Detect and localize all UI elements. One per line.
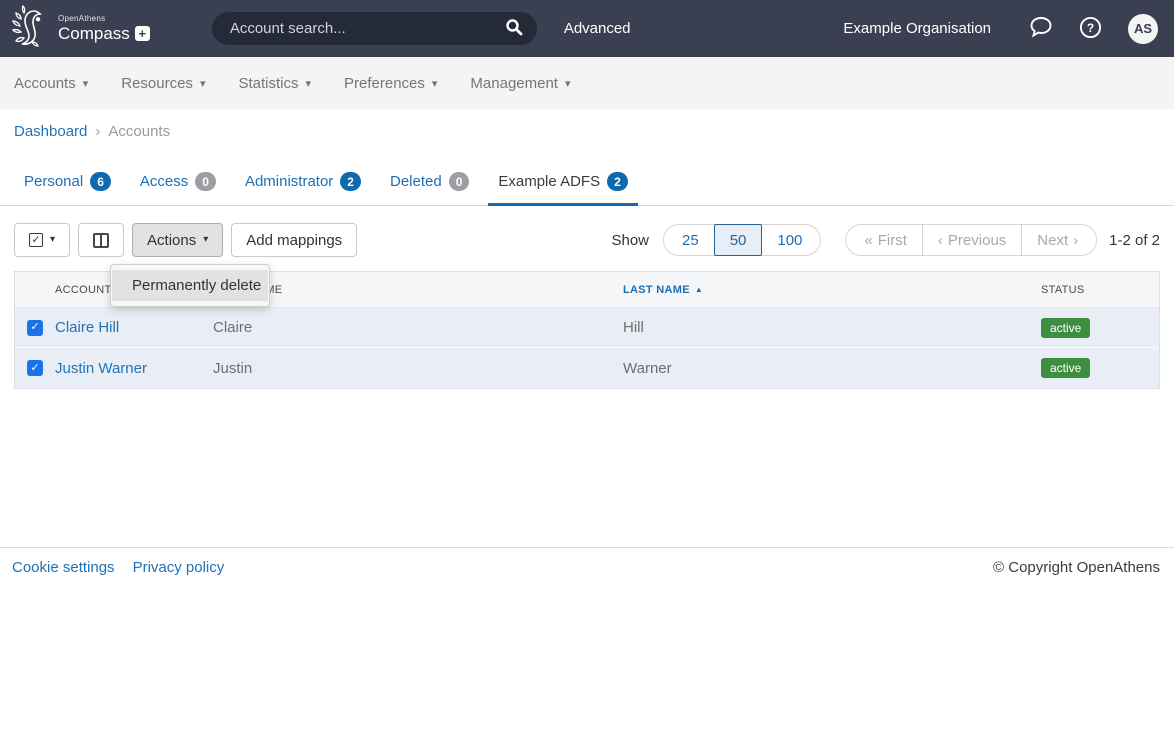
privacy-policy-link[interactable]: Privacy policy <box>133 559 225 576</box>
cookie-settings-link[interactable]: Cookie settings <box>12 559 115 576</box>
tab-personal[interactable]: Personal 6 <box>14 162 121 206</box>
caret-down-icon: ▾ <box>432 77 438 90</box>
organisation-name: Example Organisation <box>843 20 991 37</box>
help-icon: ? <box>1079 16 1102 42</box>
account-tabs: Personal 6 Access 0 Administrator 2 Dele… <box>0 162 1174 206</box>
last-name-cell: Hill <box>623 319 1041 336</box>
brand-name-large: Compass <box>58 25 130 42</box>
feedback-button[interactable] <box>1029 16 1053 41</box>
nav-item-statistics[interactable]: Statistics ▾ <box>238 75 311 92</box>
count-badge: 6 <box>90 172 111 191</box>
menu-item-permanently-delete[interactable]: Permanently delete <box>112 270 268 301</box>
tab-deleted[interactable]: Deleted 0 <box>380 162 479 206</box>
page-size-50[interactable]: 50 <box>714 224 763 256</box>
count-badge: 2 <box>340 172 361 191</box>
search-icon <box>505 18 523 39</box>
last-name-cell: Warner <box>623 360 1041 377</box>
result-range: 1-2 of 2 <box>1109 232 1160 249</box>
count-badge: 2 <box>607 172 628 191</box>
tab-example-adfs[interactable]: Example ADFS 2 <box>488 162 637 206</box>
user-avatar[interactable]: AS <box>1128 14 1158 44</box>
first-page-button[interactable]: « First <box>845 224 923 256</box>
search-button[interactable] <box>497 14 531 43</box>
chat-bubble-icon <box>1029 16 1053 41</box>
checkbox-icon: ✓ <box>29 233 43 247</box>
row-checkbox[interactable]: ✓ <box>27 360 43 376</box>
first-name-cell: Claire <box>213 319 623 336</box>
chevron-right-icon: › <box>1073 232 1078 249</box>
header-first-name[interactable]: FIRST NAME <box>213 284 623 296</box>
previous-page-button[interactable]: ‹ Previous <box>922 224 1022 256</box>
brand-name-small: OpenAthens <box>58 15 150 23</box>
nav-item-resources[interactable]: Resources ▾ <box>121 75 205 92</box>
plus-icon: + <box>135 26 150 41</box>
openathens-logo-icon <box>12 5 52 52</box>
list-toolbar: ✓ ▾ Actions ▾ Add mappings Show 25 50 10… <box>14 223 1160 257</box>
double-chevron-left-icon: « <box>864 232 872 249</box>
header-status[interactable]: STATUS <box>1041 284 1159 296</box>
copyright-text: © Copyright OpenAthens <box>993 559 1160 576</box>
account-link[interactable]: Claire Hill <box>55 319 213 336</box>
account-search <box>212 12 537 45</box>
header-last-name[interactable]: LAST NAME ▲ <box>623 284 1041 296</box>
nav-item-accounts[interactable]: Accounts ▾ <box>14 75 88 92</box>
next-page-button[interactable]: Next › <box>1021 224 1097 256</box>
caret-down-icon: ▾ <box>200 77 206 90</box>
columns-button[interactable] <box>78 223 124 257</box>
account-link[interactable]: Justin Warner <box>55 360 213 377</box>
page-size-group: 25 50 100 <box>663 224 821 256</box>
first-name-cell: Justin <box>213 360 623 377</box>
svg-text:?: ? <box>1087 21 1094 35</box>
actions-dropdown-menu: Permanently delete <box>110 264 270 307</box>
tab-administrator[interactable]: Administrator 2 <box>235 162 371 206</box>
page-size-25[interactable]: 25 <box>663 224 715 256</box>
row-checkbox[interactable]: ✓ <box>27 320 43 336</box>
table-row: ✓ Claire Hill Claire Hill active <box>15 308 1159 348</box>
tab-access[interactable]: Access 0 <box>130 162 226 206</box>
select-all-button[interactable]: ✓ ▾ <box>14 223 70 257</box>
caret-down-icon: ▾ <box>50 235 55 245</box>
add-mappings-button[interactable]: Add mappings <box>231 223 357 257</box>
chevron-left-icon: ‹ <box>938 232 943 249</box>
pagination-group: « First ‹ Previous Next › <box>845 224 1097 256</box>
page-size-100[interactable]: 100 <box>761 224 821 256</box>
count-badge: 0 <box>195 172 216 191</box>
caret-down-icon: ▾ <box>203 235 208 245</box>
caret-down-icon: ▾ <box>305 77 311 90</box>
openathens-brand: OpenAthens Compass + <box>12 5 150 52</box>
advanced-search-link[interactable]: Advanced <box>564 20 631 37</box>
footer: Cookie settings Privacy policy © Copyrig… <box>0 547 1174 576</box>
account-search-input[interactable] <box>230 20 497 37</box>
breadcrumb-separator-icon: › <box>95 123 100 140</box>
show-label: Show <box>611 232 649 249</box>
nav-item-preferences[interactable]: Preferences ▾ <box>344 75 437 92</box>
count-badge: 0 <box>449 172 470 191</box>
columns-icon <box>93 233 109 248</box>
status-badge: active <box>1041 358 1090 378</box>
sort-ascending-icon: ▲ <box>695 285 703 294</box>
caret-down-icon: ▾ <box>565 77 571 90</box>
breadcrumb-dashboard[interactable]: Dashboard <box>14 123 87 140</box>
breadcrumb-accounts: Accounts <box>108 123 170 140</box>
caret-down-icon: ▾ <box>83 77 89 90</box>
nav-item-management[interactable]: Management ▾ <box>470 75 570 92</box>
status-badge: active <box>1041 318 1090 338</box>
topbar: OpenAthens Compass + Advanced Example Or… <box>0 0 1174 57</box>
main-nav: Accounts ▾ Resources ▾ Statistics ▾ Pref… <box>0 57 1174 109</box>
help-button[interactable]: ? <box>1079 16 1102 42</box>
actions-button[interactable]: Actions ▾ <box>132 223 223 257</box>
table-row: ✓ Justin Warner Justin Warner active <box>15 348 1159 388</box>
breadcrumb: Dashboard › Accounts <box>0 109 1174 140</box>
